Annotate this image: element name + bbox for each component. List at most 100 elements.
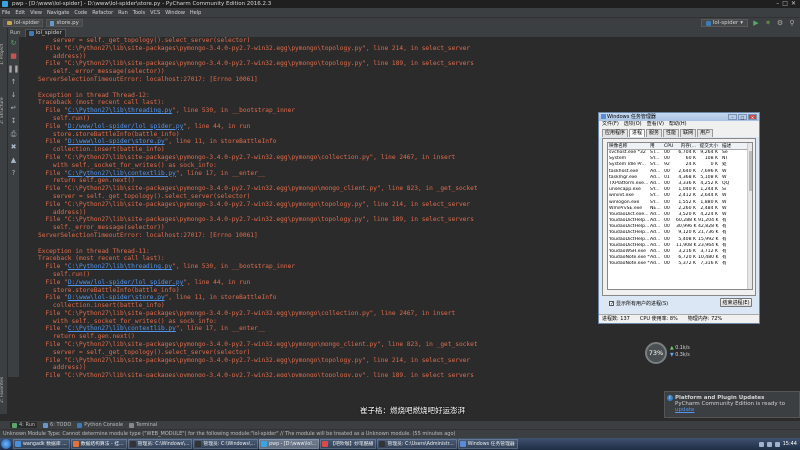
close-icon[interactable]: ✕ xyxy=(748,114,757,120)
clear-all-icon[interactable]: ✖ xyxy=(9,143,18,152)
run-icon[interactable]: ▶ xyxy=(752,19,760,27)
pause-icon[interactable]: ❚❚ xyxy=(8,65,20,74)
taskbar-item[interactable]: 管理员: C:\Windows\... xyxy=(127,439,193,449)
tool-tab-terminal[interactable]: Terminal xyxy=(129,422,157,428)
console-file-link[interactable]: C:\Python27\lib\threading.py xyxy=(68,263,172,270)
maximize-icon[interactable]: □ xyxy=(782,0,788,8)
console-line-text: store.storeBattleInfo(battle_info) xyxy=(38,286,180,294)
rerun-icon[interactable]: ↻ xyxy=(9,39,18,48)
stop-icon[interactable]: ■ xyxy=(9,52,18,61)
taskbar-item[interactable]: Windows 任务管理器 xyxy=(457,439,518,449)
menu-vcs[interactable]: VCS xyxy=(150,10,160,16)
menu-run[interactable]: Run xyxy=(118,10,128,16)
menu-file[interactable]: File xyxy=(2,10,10,16)
tm-menu-view[interactable]: 查看(V) xyxy=(647,121,664,128)
print-icon[interactable]: ⎙ xyxy=(9,130,18,139)
down-arrow-icon[interactable]: ↓ xyxy=(9,91,18,100)
gear-icon[interactable]: ⚙ xyxy=(776,19,784,27)
tray-volume-icon[interactable] xyxy=(766,441,772,447)
taskbar-app-icon xyxy=(322,441,329,447)
tm-tab-users[interactable]: 用户 xyxy=(697,129,714,137)
tm-tab-processes[interactable]: 进程 xyxy=(629,129,646,137)
soft-wrap-icon[interactable]: ↵ xyxy=(9,104,18,113)
tray-network-icon[interactable] xyxy=(758,441,764,447)
menu-view[interactable]: View xyxy=(30,10,42,16)
scroll-to-end-icon[interactable]: ↧ xyxy=(9,117,18,126)
tool-tab-todo[interactable]: 6: TODO xyxy=(43,422,71,428)
tray-app-icon[interactable] xyxy=(774,441,780,447)
tm-menu-file[interactable]: 文件(F) xyxy=(602,121,619,128)
console-file-link[interactable]: D:\www\lol-spider\store.py xyxy=(68,294,165,301)
taskbar-item[interactable]: pwp - [D:\www\lol... xyxy=(259,439,320,449)
col-description[interactable]: 描述 xyxy=(720,143,748,149)
menu-edit[interactable]: Edit xyxy=(15,10,25,16)
minimize-icon[interactable]: – xyxy=(728,114,737,120)
tool-tab-run[interactable]: 4: Run xyxy=(10,422,38,428)
menu-window[interactable]: Window xyxy=(165,10,185,16)
debug-icon[interactable]: ✶ xyxy=(764,19,772,27)
tm-tab-applications[interactable]: 应用程序 xyxy=(602,129,629,137)
task-manager-title-bar[interactable]: Windows 任务管理器 – □ ✕ xyxy=(599,113,759,121)
checkbox-box[interactable]: ✓ xyxy=(609,301,614,307)
col-cpu[interactable]: CPU xyxy=(664,143,676,149)
col-commit-size[interactable]: 提交大小 xyxy=(698,143,720,149)
breadcrumb-file[interactable]: store.py xyxy=(46,19,83,27)
tool-tab-structure[interactable]: 2: Structure xyxy=(0,88,8,134)
taskbar-item[interactable]: 管理员: C:\Users\Administr... xyxy=(377,439,457,449)
console-file-link[interactable]: D:/www/lol-spider/lol_spider.py xyxy=(68,123,183,130)
menu-refactor[interactable]: Refactor xyxy=(92,10,113,16)
run-tab-lol-spider[interactable]: lol_spider xyxy=(24,28,66,37)
tm-menu-help[interactable]: 帮助(H) xyxy=(669,121,687,128)
notification-update-link[interactable]: update xyxy=(675,407,694,413)
taskbar-item[interactable]: 【吧吹咖】妙笔酷播 xyxy=(320,439,377,449)
taskbar-item[interactable]: wangadk 数据库 ... xyxy=(13,439,70,449)
taskbar-item[interactable]: 管理员: C:\Windows\... xyxy=(193,439,259,449)
task-manager-window[interactable]: Windows 任务管理器 – □ ✕ 文件(F) 选项(O) 查看(V) 帮助… xyxy=(598,112,760,324)
run-side-toolbar: ↻ ■ ❚❚ ↑ ↓ ↵ ↧ ⎙ ✖ ▲ ? xyxy=(8,37,20,377)
end-process-button[interactable]: 结束进程(E) xyxy=(720,298,752,307)
console-line-text: collection.insert(battle_info) xyxy=(38,146,165,154)
tm-menu-options[interactable]: 选项(O) xyxy=(624,121,642,128)
process-row[interactable]: YoudaoNote.exe *32Ad...00 5,372 K 7,316 K 有 xyxy=(608,261,752,267)
up-arrow-icon[interactable]: ↑ xyxy=(9,78,18,87)
col-user[interactable]: 用 xyxy=(650,143,664,149)
process-table-scrollbar[interactable] xyxy=(747,143,752,289)
breadcrumb-project[interactable]: lol-spider xyxy=(3,19,44,27)
menu-tools[interactable]: Tools xyxy=(133,10,145,16)
run-config-select[interactable]: lol-spider ▾ xyxy=(700,19,748,27)
console-file-link[interactable]: C:\Python27\lib\contextlib.py xyxy=(68,170,176,177)
search-icon[interactable]: ⚲ xyxy=(788,19,796,27)
show-all-users-checkbox[interactable]: ✓ 显示所有用户的进程(S) xyxy=(609,300,668,307)
console-file-link[interactable]: C:\Python27\lib\contextlib.py xyxy=(68,325,176,332)
tm-tab-performance[interactable]: 性能 xyxy=(663,129,680,137)
close-icon[interactable]: ✕ xyxy=(791,0,796,8)
maximize-icon[interactable]: □ xyxy=(738,114,747,120)
start-button[interactable] xyxy=(1,439,11,449)
menu-code[interactable]: Code xyxy=(74,10,87,16)
tm-tab-networking[interactable]: 联网 xyxy=(680,129,697,137)
tool-tab-favorites[interactable]: 2: Favorites xyxy=(0,368,8,412)
tool-tab-todo-label: 6: TODO xyxy=(50,422,72,428)
taskbar-clock[interactable]: 15:44 xyxy=(783,441,797,447)
console-line: address)) xyxy=(38,364,800,372)
network-monitor-widget[interactable]: 73% ▲ 0.1k/s ▼ 0.3k/s xyxy=(643,342,705,364)
col-image-name[interactable]: 映像名称 xyxy=(608,143,650,149)
console-file-link[interactable]: D:/www/lol-spider/lol_spider.py xyxy=(68,279,183,286)
scrollbar-thumb[interactable] xyxy=(749,151,752,191)
taskbar-item[interactable]: 数据结构算法 - 挂... xyxy=(70,439,127,449)
minimize-icon[interactable]: – xyxy=(776,0,779,8)
console-file-link[interactable]: D:\www\lol-spider\store.py xyxy=(68,138,165,145)
update-notification[interactable]: i Platform and Plugin Updates PyCharm Co… xyxy=(664,391,800,418)
console-file-link[interactable]: C:\Python27\lib\threading.py xyxy=(68,107,172,114)
tm-tab-services[interactable]: 服务 xyxy=(646,129,663,137)
menu-help[interactable]: Help xyxy=(190,10,201,16)
pin-icon[interactable]: ▲ xyxy=(9,156,18,165)
window-title: pwp - [D:\www\lol-spider] - D:\www\lol-s… xyxy=(12,1,272,7)
tool-tab-python-console[interactable]: Python Console xyxy=(77,422,123,428)
console-line-text: server = self._get_topology().select_ser… xyxy=(38,348,251,356)
help-icon[interactable]: ? xyxy=(9,169,18,178)
menu-navigate[interactable]: Navigate xyxy=(47,10,69,16)
col-memory[interactable]: 内存(... xyxy=(676,143,698,149)
process-table[interactable]: 映像名称 用 CPU 内存(... 提交大小 描述 svchost.exe *3… xyxy=(607,142,753,290)
